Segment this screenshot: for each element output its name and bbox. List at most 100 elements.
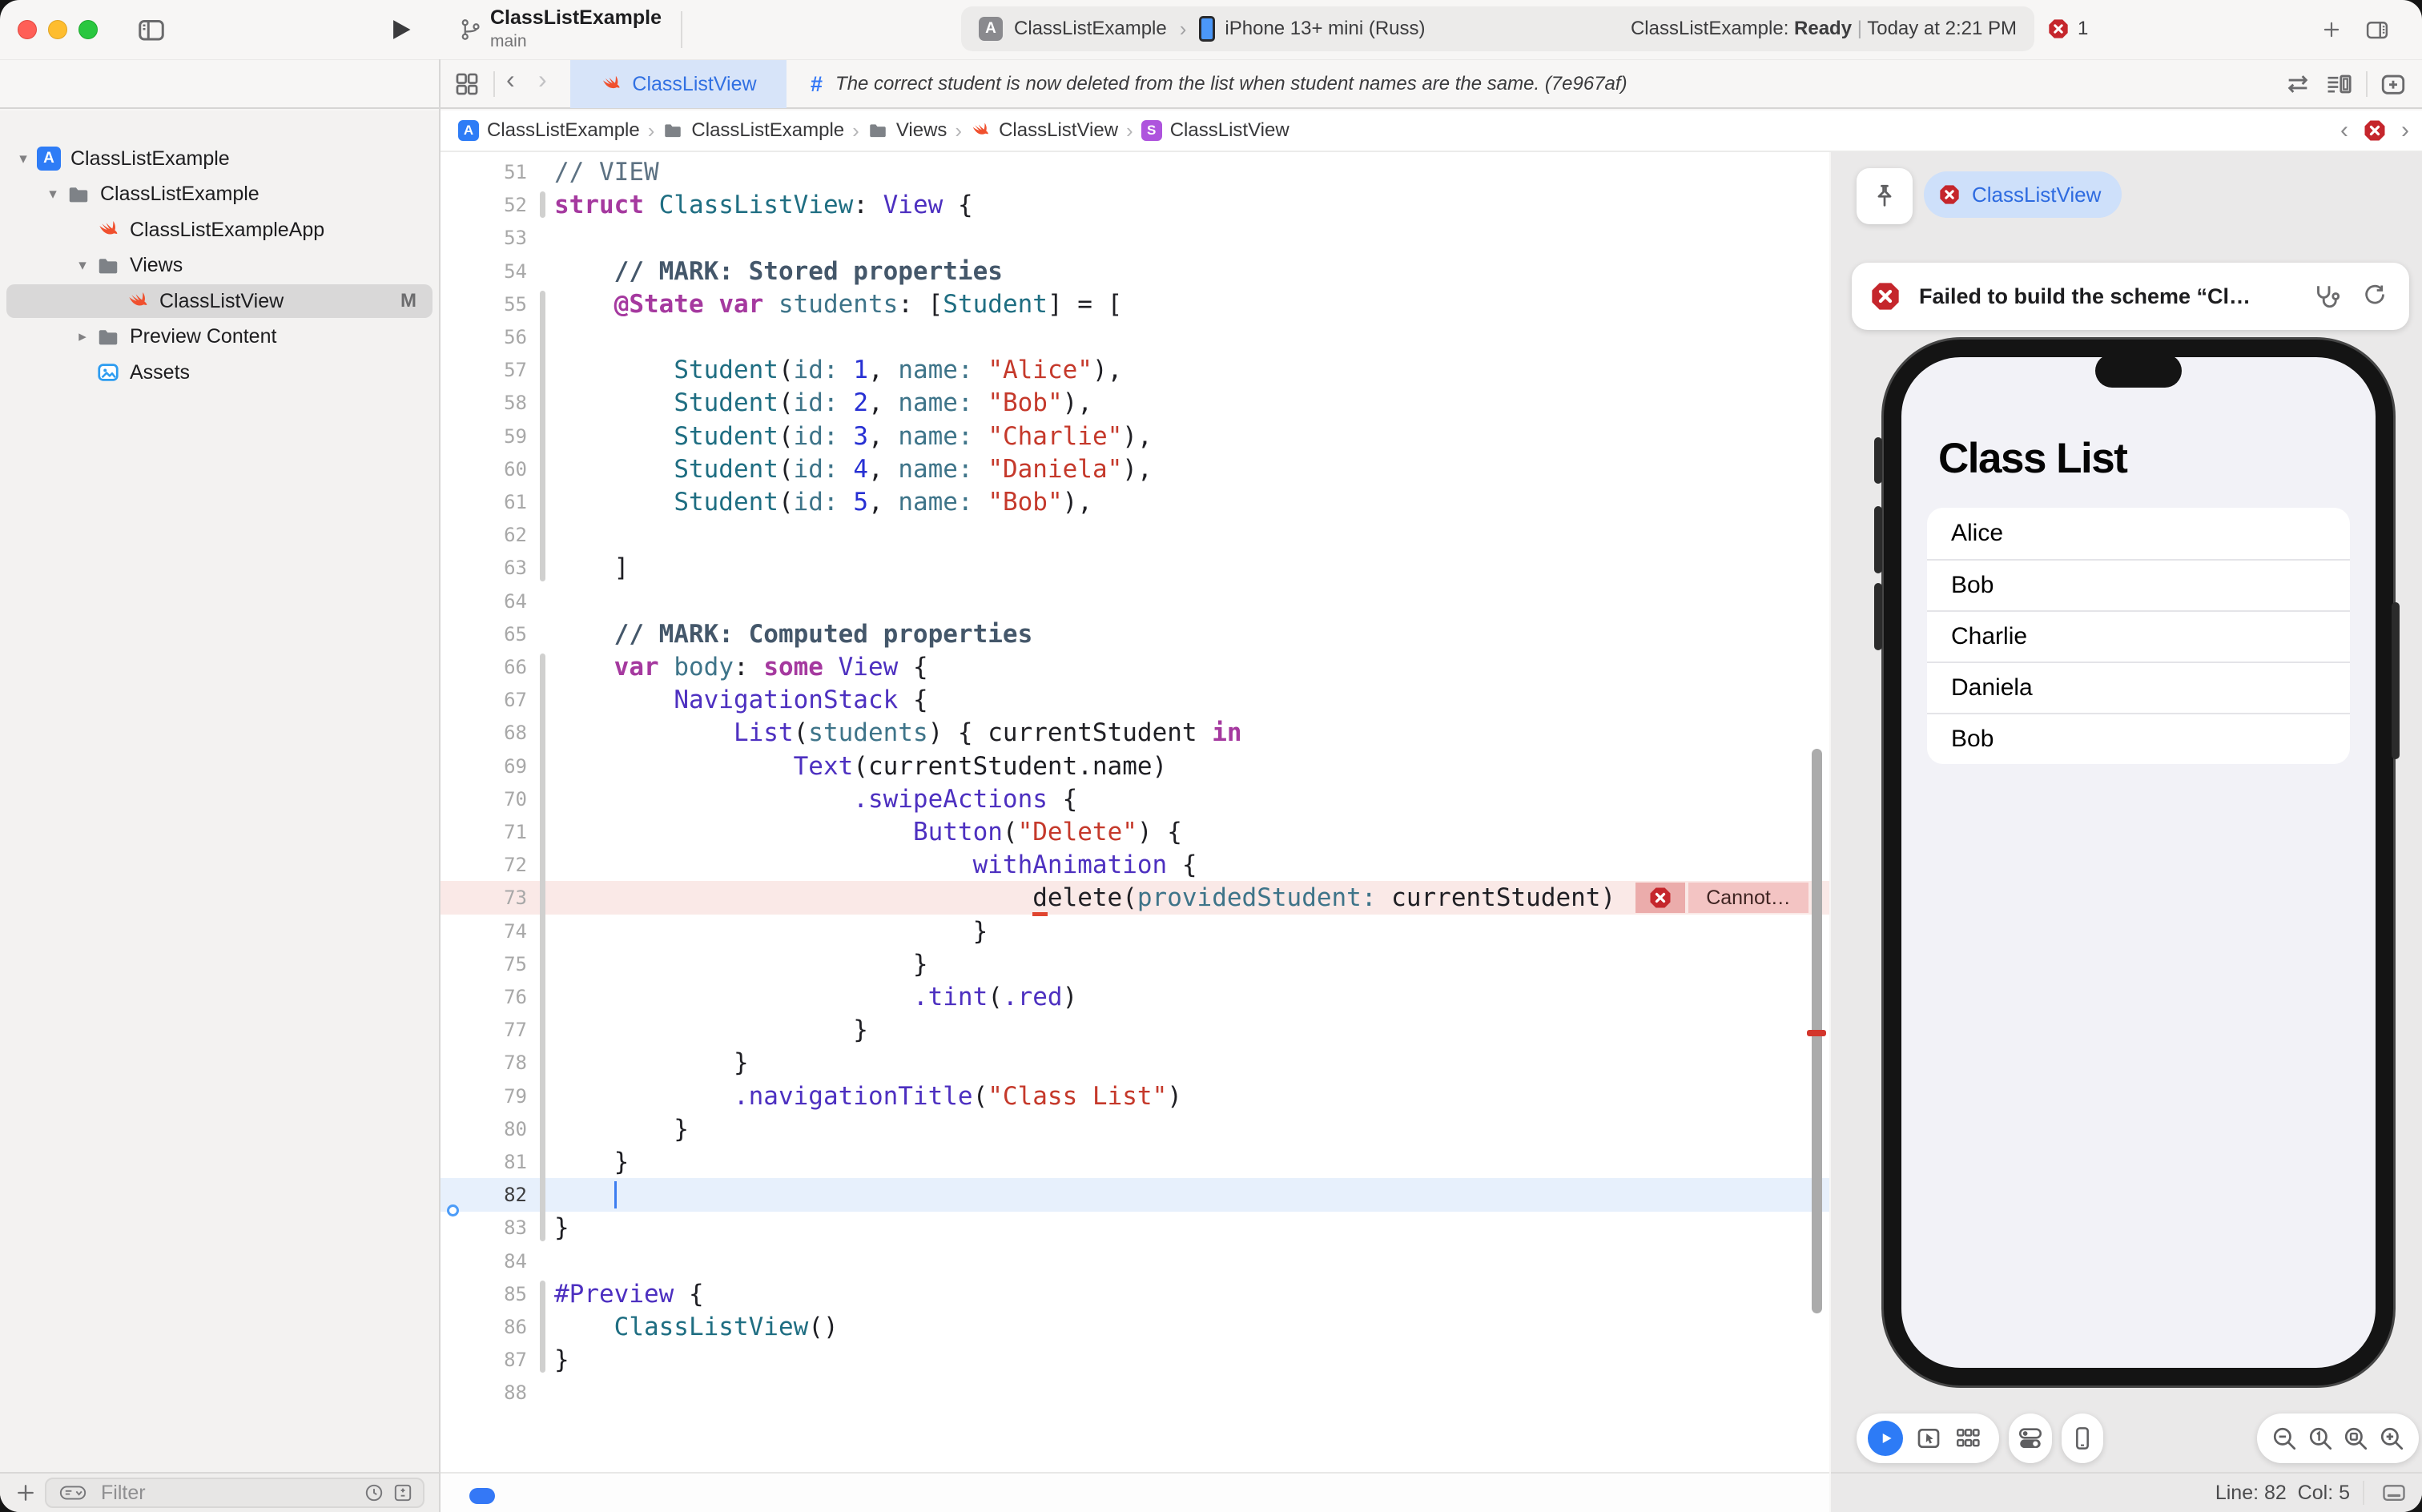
line-number[interactable]: 71: [441, 815, 527, 849]
breadcrumb-item-classlistexample[interactable]: ClassListExample: [662, 119, 844, 142]
code-line-62[interactable]: 62: [441, 518, 1829, 552]
tab-classlistview[interactable]: ClassListView: [570, 60, 787, 108]
line-number[interactable]: 87: [441, 1343, 527, 1377]
zoom-fit-icon[interactable]: [2342, 1425, 2369, 1452]
code-line-61[interactable]: 61 Student(id: 5, name: "Bob"),: [441, 485, 1829, 519]
list-item-charlie[interactable]: Charlie: [1927, 610, 2350, 662]
add-tab-icon[interactable]: [2321, 19, 2342, 40]
error-count[interactable]: 1: [2078, 18, 2088, 40]
code-line-60[interactable]: 60 Student(id: 4, name: "Daniela"),: [441, 452, 1829, 486]
zoom-100-icon[interactable]: [2307, 1425, 2334, 1452]
add-editor-icon[interactable]: [2377, 70, 2409, 98]
breadcrumb-item-views[interactable]: Views: [867, 119, 947, 142]
line-number[interactable]: 67: [441, 683, 527, 717]
sidebar-item-assets[interactable]: Assets: [0, 355, 439, 390]
code-line-75[interactable]: 75 }: [441, 947, 1829, 981]
line-number[interactable]: 60: [441, 452, 527, 486]
source-control-status-icon[interactable]: [392, 1482, 413, 1503]
code-line-85[interactable]: 85#Preview {: [441, 1277, 1829, 1311]
line-number[interactable]: 76: [441, 980, 527, 1014]
code-line-74[interactable]: 74 }: [441, 915, 1829, 948]
code-line-80[interactable]: 80 }: [441, 1112, 1829, 1146]
run-button[interactable]: [384, 14, 415, 45]
code-line-71[interactable]: 71 Button("Delete") {: [441, 815, 1829, 849]
toggle-inspector-icon[interactable]: [2361, 18, 2393, 42]
recent-files-icon[interactable]: [364, 1482, 384, 1503]
code-line-72[interactable]: 72 withAnimation {: [441, 848, 1829, 882]
code-line-57[interactable]: 57 Student(id: 1, name: "Alice"),: [441, 353, 1829, 387]
zoom-in-icon[interactable]: [2378, 1425, 2405, 1452]
code-line-58[interactable]: 58 Student(id: 2, name: "Bob"),: [441, 386, 1829, 420]
activity-status-bar[interactable]: A ClassListExample › iPhone 13+ mini (Ru…: [961, 6, 2034, 51]
preview-target-pill[interactable]: ClassListView: [1924, 171, 2122, 218]
breadcrumb-item-classlistview[interactable]: SClassListView: [1141, 119, 1289, 142]
editor-focus-indicator[interactable]: [469, 1488, 495, 1504]
add-file-icon[interactable]: [14, 1482, 37, 1504]
code-line-70[interactable]: 70 .swipeActions {: [441, 782, 1829, 816]
sidebar-item-classlistexample[interactable]: ▾ClassListExample: [0, 177, 439, 212]
line-number[interactable]: 79: [441, 1080, 527, 1113]
line-number[interactable]: 86: [441, 1310, 527, 1344]
sidebar-item-views[interactable]: ▾Views: [0, 248, 439, 284]
code-line-77[interactable]: 77 }: [441, 1013, 1829, 1047]
code-line-78[interactable]: 78 }: [441, 1046, 1829, 1080]
code-line-82[interactable]: 82: [441, 1178, 1829, 1212]
code-line-83[interactable]: 83}: [441, 1211, 1829, 1245]
list-item-bob[interactable]: Bob: [1927, 713, 2350, 764]
line-number[interactable]: 58: [441, 386, 527, 420]
previous-issue-icon[interactable]: ‹: [2340, 117, 2348, 144]
line-number[interactable]: 65: [441, 617, 527, 651]
line-number[interactable]: 72: [441, 848, 527, 882]
device-settings-button[interactable]: [2009, 1413, 2052, 1463]
code-line-68[interactable]: 68 List(students) { currentStudent in: [441, 716, 1829, 750]
code-line-79[interactable]: 79 .navigationTitle("Class List"): [441, 1080, 1829, 1113]
source-editor[interactable]: 51// VIEW52struct ClassListView: View {5…: [441, 152, 1829, 1472]
code-line-87[interactable]: 87}: [441, 1343, 1829, 1377]
list-item-bob[interactable]: Bob: [1927, 559, 2350, 610]
code-line-88[interactable]: 88: [441, 1376, 1829, 1409]
code-line-59[interactable]: 59 Student(id: 3, name: "Charlie"),: [441, 420, 1829, 453]
line-number[interactable]: 73: [441, 881, 527, 915]
error-badge-message[interactable]: Cannot…: [1688, 883, 1808, 913]
variants-icon[interactable]: [1954, 1425, 1981, 1452]
line-number[interactable]: 75: [441, 947, 527, 981]
build-error-banner[interactable]: Failed to build the scheme “Cl…: [1852, 263, 2409, 330]
code-line-65[interactable]: 65 // MARK: Computed properties: [441, 617, 1829, 651]
line-number[interactable]: 69: [441, 750, 527, 783]
line-number[interactable]: 63: [441, 551, 527, 585]
next-issue-icon[interactable]: ›: [2401, 117, 2409, 144]
keyboard-icon[interactable]: [2377, 1481, 2411, 1505]
pin-preview-button[interactable]: [1857, 168, 1913, 224]
line-number[interactable]: 52: [441, 188, 527, 222]
issue-error-icon[interactable]: [2363, 119, 2387, 143]
line-number[interactable]: 66: [441, 650, 527, 684]
line-number[interactable]: 74: [441, 915, 527, 948]
code-line-53[interactable]: 53: [441, 221, 1829, 255]
code-line-52[interactable]: 52struct ClassListView: View {: [441, 188, 1829, 222]
code-line-63[interactable]: 63 ]: [441, 551, 1829, 585]
error-badge-icon[interactable]: [1635, 883, 1685, 913]
editor-options-icon[interactable]: [2323, 70, 2355, 98]
swap-editor-icon[interactable]: [2284, 70, 2311, 98]
line-number[interactable]: 81: [441, 1145, 527, 1179]
scheme-name[interactable]: ClassListExample: [1014, 18, 1167, 40]
go-forward-icon[interactable]: ›: [538, 65, 547, 94]
disclosure-open-icon[interactable]: ▾: [42, 185, 63, 203]
sidebar-item-classlistexampleapp[interactable]: ClassListExampleApp: [0, 212, 439, 247]
line-number[interactable]: 51: [441, 155, 527, 189]
device-button[interactable]: [2062, 1413, 2103, 1463]
breadcrumb-item-classlistexample[interactable]: AClassListExample: [458, 119, 640, 142]
line-number[interactable]: 84: [441, 1245, 527, 1278]
go-back-icon[interactable]: ‹: [506, 65, 515, 94]
disclosure-open-icon[interactable]: ▾: [72, 256, 93, 275]
line-number[interactable]: 55: [441, 288, 527, 321]
code-line-76[interactable]: 76 .tint(.red): [441, 980, 1829, 1014]
selectable-preview-icon[interactable]: [1916, 1426, 1941, 1451]
code-line-55[interactable]: 55 @State var students: [Student] = [: [441, 288, 1829, 321]
line-number[interactable]: 77: [441, 1013, 527, 1047]
breadcrumb-item-classlistview[interactable]: ClassListView: [970, 119, 1118, 142]
list-item-daniela[interactable]: Daniela: [1927, 662, 2350, 713]
code-line-81[interactable]: 81 }: [441, 1145, 1829, 1179]
code-line-56[interactable]: 56: [441, 320, 1829, 354]
tab-overview-icon[interactable]: [453, 70, 481, 98]
